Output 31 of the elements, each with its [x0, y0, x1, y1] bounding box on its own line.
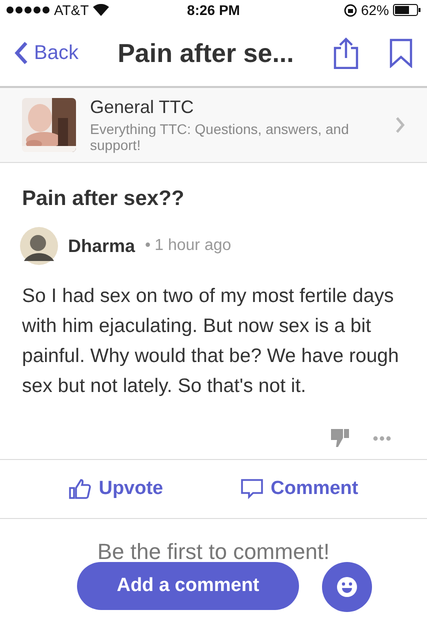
thumbs-up-icon — [68, 478, 91, 500]
avatar — [20, 227, 58, 265]
signal-icon — [6, 6, 50, 14]
back-button[interactable]: Back — [14, 41, 78, 65]
clock: 8:26 PM — [187, 2, 240, 18]
post-title: Pain after sex?? — [22, 187, 186, 211]
add-comment-button[interactable]: Add a comment — [77, 562, 299, 610]
upvote-button[interactable]: Upvote — [62, 477, 170, 501]
battery-percent: 62% — [360, 2, 389, 18]
chevron-right-icon — [395, 116, 405, 134]
bookmark-icon[interactable] — [389, 38, 413, 68]
share-icon[interactable] — [333, 37, 359, 69]
group-description: Everything TTC: Questions, answers, and support! — [90, 121, 350, 153]
comment-button[interactable]: Comment — [234, 477, 364, 501]
post-body: So I had sex on two of my most fertile days with him ejaculating. But now sex is a bit painful. Why would that be? We have rough sex but not lately. So that's not it. — [22, 284, 400, 399]
group-card[interactable]: General TTC Everything TTC: Questions, answers, and support! — [0, 88, 427, 163]
speech-bubble-icon — [240, 479, 263, 499]
smiley-icon — [336, 576, 358, 598]
battery-icon — [392, 4, 421, 16]
author-name[interactable]: Dharma — [68, 236, 136, 256]
carrier-name: AT&T — [54, 2, 89, 18]
group-name: General TTC — [90, 97, 195, 118]
post-time: 1 hour ago — [154, 237, 232, 255]
wifi-icon — [92, 4, 109, 16]
rotation-lock-icon — [344, 4, 357, 16]
chevron-left-icon — [14, 41, 28, 65]
emoji-button[interactable] — [322, 562, 372, 612]
separator-dot: • — [145, 237, 151, 255]
empty-comments-text: Be the first to comment! — [96, 539, 331, 565]
thumbs-down-icon[interactable] — [331, 429, 349, 447]
page-title: Pain after se... — [116, 38, 295, 68]
